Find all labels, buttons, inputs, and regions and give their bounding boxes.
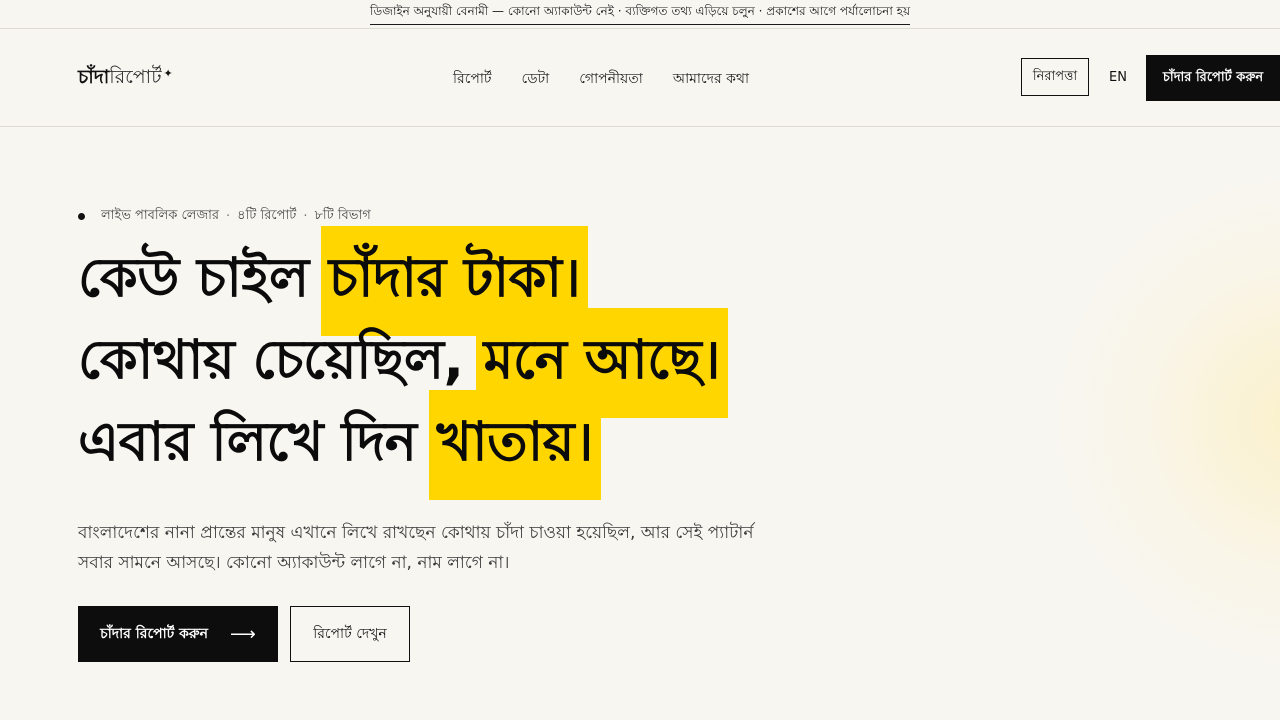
arrow-right-icon: ⟶: [230, 623, 256, 645]
logo-light-text: রিপোর্ট: [109, 66, 162, 88]
ledger-live-label: লাইভ পাবলিক লেজার: [101, 208, 220, 223]
headline-line-3-text: এবার লিখে দিন: [78, 410, 417, 473]
hero-headline: কেউ চাইল চাঁদার টাকা। কোথায় চেয়েছিল, ম…: [78, 226, 838, 500]
nav-item-about[interactable]: আমাদের কথা: [673, 67, 749, 91]
ledger-separator: ·: [303, 209, 308, 224]
header-report-button[interactable]: চাঁদার রিপোর্ট করুন: [1146, 55, 1280, 101]
ledger-status: লাইভ পাবলিক লেজার · ৪টি রিপোর্ট · ৮টি বি…: [78, 206, 371, 227]
report-extortion-label: চাঁদার রিপোর্ট করুন: [100, 626, 209, 642]
headline-line-3-highlight: খাতায়।: [428, 390, 601, 500]
hero-description: বাংলাদেশের নানা প্রান্তের মানুষ এখানে লি…: [78, 523, 754, 573]
nav-item-privacy[interactable]: গোপনীয়তা: [579, 67, 643, 91]
ledger-division-count: ৮টি বিভাগ: [314, 208, 371, 223]
landing-page: ডিজাইন অনুযায়ী বেনামী — কোনো অ্যাকাউন্ট…: [0, 0, 1280, 720]
report-extortion-button[interactable]: চাঁদার রিপোর্ট করুন ⟶: [78, 606, 278, 662]
nav-item-reports[interactable]: রিপোর্ট: [453, 67, 492, 91]
logo-bold-text: চাঁদা: [78, 66, 110, 88]
ledger-separator: ·: [226, 209, 231, 224]
notice-link[interactable]: ডিজাইন অনুযায়ী বেনামী — কোনো অ্যাকাউন্ট…: [369, 3, 911, 25]
nav-item-data[interactable]: ডেটা: [522, 67, 550, 91]
live-dot-icon: [78, 213, 85, 220]
view-reports-button[interactable]: রিপোর্ট দেখুন: [290, 606, 410, 662]
headline-line-2-text: কোথায় চেয়েছিল,: [78, 328, 464, 391]
headline-line-1-text: কেউ চাইল: [78, 246, 309, 309]
safety-button[interactable]: নিরাপত্তা: [1021, 58, 1089, 96]
site-logo[interactable]: চাঁদা রিপোর্ট ✦: [78, 63, 173, 95]
background-glow: [1040, 160, 1280, 680]
language-toggle[interactable]: EN: [1100, 58, 1136, 96]
site-header: চাঁদা রিপোর্ট ✦ রিপোর্ট ডেটা গোপনীয়তা আ…: [0, 29, 1280, 127]
ledger-report-count: ৪টি রিপোর্ট: [237, 208, 297, 223]
main-nav: রিপোর্ট ডেটা গোপনীয়তা আমাদের কথা: [453, 67, 749, 91]
logo-star-icon: ✦: [163, 67, 173, 80]
notice-bar: ডিজাইন অনুযায়ী বেনামী — কোনো অ্যাকাউন্ট…: [0, 0, 1280, 29]
